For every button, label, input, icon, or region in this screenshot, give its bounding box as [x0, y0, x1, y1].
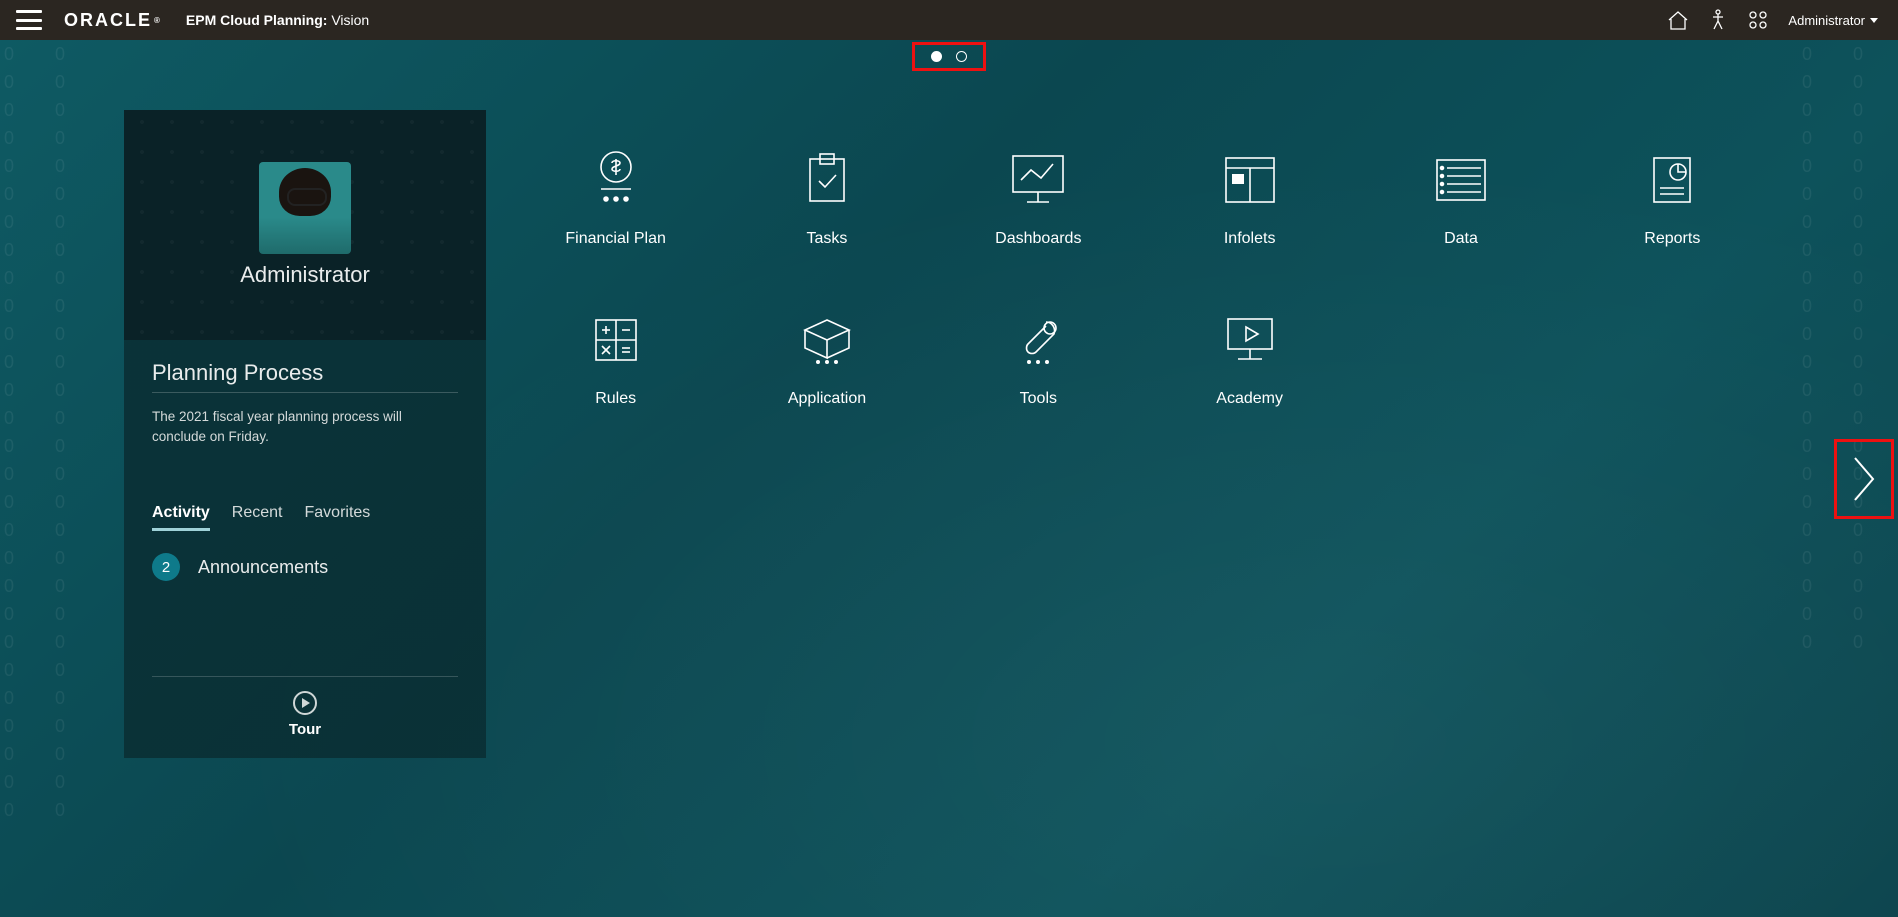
academy-icon	[1220, 313, 1280, 367]
tile-infolets[interactable]: Infolets	[1144, 148, 1355, 248]
tile-tasks[interactable]: Tasks	[721, 148, 932, 248]
brand-logo: ORACLE®	[64, 10, 162, 31]
app-title: EPM Cloud Planning: Vision	[186, 12, 369, 28]
tile-financial-plan[interactable]: Financial Plan	[510, 148, 721, 248]
tools-icon	[1014, 316, 1062, 364]
tile-tools[interactable]: Tools	[933, 308, 1144, 408]
user-menu[interactable]: Administrator	[1778, 13, 1888, 28]
rules-icon	[590, 314, 642, 366]
accessibility-icon[interactable]	[1698, 0, 1738, 40]
dashboards-icon	[1007, 152, 1069, 208]
tile-reports[interactable]: Reports	[1567, 148, 1778, 248]
tile-data[interactable]: Data	[1355, 148, 1566, 248]
reports-icon	[1648, 154, 1696, 206]
welcome-card: Administrator Planning Process The 2021 …	[124, 110, 486, 758]
tab-recent[interactable]: Recent	[232, 504, 283, 531]
carousel-dot-2[interactable]	[956, 51, 967, 62]
tab-activity[interactable]: Activity	[152, 504, 210, 531]
application-icon	[799, 316, 855, 364]
process-title: Planning Process	[152, 360, 458, 386]
tab-favorites[interactable]: Favorites	[305, 504, 371, 531]
home-icon[interactable]	[1658, 0, 1698, 40]
tour-label[interactable]: Tour	[289, 721, 321, 738]
home-stage: 0 0 0 0 0 0 0 0 0 0 0 0 0 0 0 0 0 0 0 0 …	[0, 40, 1898, 917]
carousel-dots	[912, 42, 986, 71]
username-label: Administrator	[240, 262, 370, 288]
carousel-next-button[interactable]	[1834, 439, 1894, 519]
tile-grid: Financial Plan Tasks Dashboards Infolets…	[510, 148, 1778, 408]
announcements-label: Announcements	[198, 557, 328, 578]
topbar: ORACLE® EPM Cloud Planning: Vision Admin…	[0, 0, 1898, 40]
avatar	[259, 162, 351, 254]
infolets-icon	[1222, 154, 1278, 206]
card-footer: Tour	[152, 676, 458, 758]
tile-rules[interactable]: Rules	[510, 308, 721, 408]
apps-icon[interactable]	[1738, 0, 1778, 40]
tour-play-icon[interactable]	[293, 691, 317, 715]
process-text: The 2021 fiscal year planning process wi…	[152, 407, 458, 446]
announcements-badge: 2	[152, 553, 180, 581]
data-icon	[1433, 156, 1489, 204]
tile-application[interactable]: Application	[721, 308, 932, 408]
financial-plan-icon	[589, 149, 643, 211]
tile-dashboards[interactable]: Dashboards	[933, 148, 1144, 248]
tasks-icon	[802, 151, 852, 209]
menu-button[interactable]	[16, 10, 42, 30]
card-tabs: Activity Recent Favorites	[152, 504, 458, 531]
chevron-down-icon	[1870, 18, 1878, 23]
card-header: Administrator	[124, 110, 486, 340]
carousel-dot-1[interactable]	[931, 51, 942, 62]
tile-academy[interactable]: Academy	[1144, 308, 1355, 408]
announcements-row[interactable]: 2 Announcements	[152, 553, 458, 581]
